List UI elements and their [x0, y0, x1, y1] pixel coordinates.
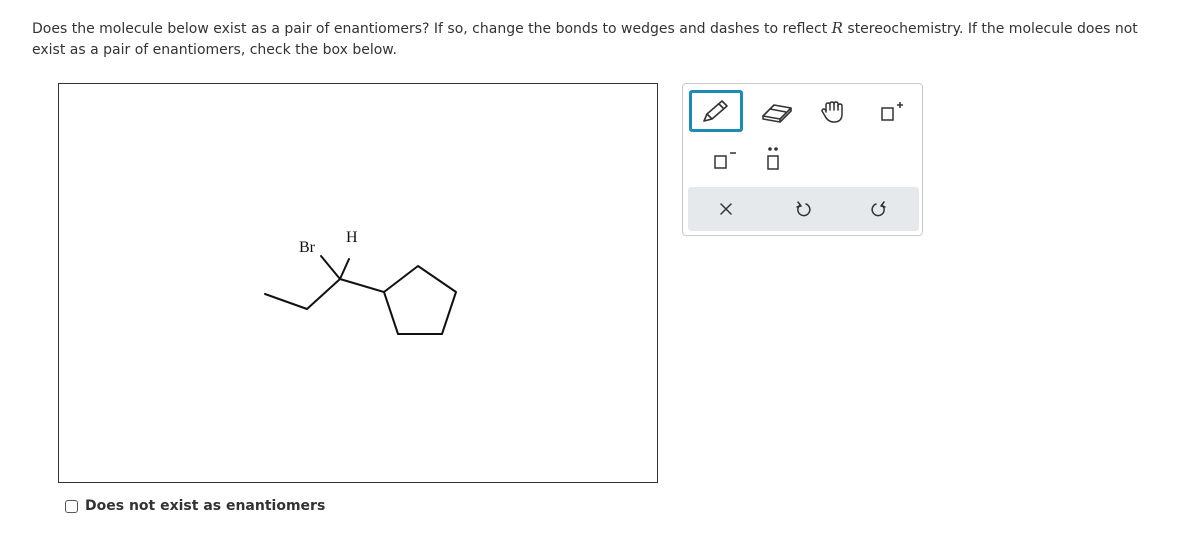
increase-charge-tool[interactable]: [865, 92, 917, 132]
redo-icon: [871, 201, 886, 217]
bond-ethyl-terminal[interactable]: [264, 293, 308, 310]
molecule-drawing[interactable]: Br H: [59, 84, 657, 482]
positive-charge-icon: [881, 102, 903, 121]
enantiomer-checkbox[interactable]: [65, 499, 78, 513]
redo-button[interactable]: [848, 187, 908, 231]
bond-carbon-bromine[interactable]: [320, 255, 341, 280]
atom-label-bromine[interactable]: Br: [299, 239, 316, 256]
drawing-toolbox: [682, 83, 923, 236]
question-text-part1: Does the molecule below exist as a pair …: [32, 21, 832, 37]
pencil-icon: [703, 100, 728, 122]
question-text: Does the molecule below exist as a pair …: [32, 18, 1162, 61]
bond-carbon-ring[interactable]: [339, 278, 385, 293]
eraser-tool[interactable]: [751, 92, 803, 132]
eraser-icon: [762, 104, 792, 123]
pencil-tool[interactable]: [689, 90, 743, 132]
stereo-descriptor: R: [831, 19, 843, 37]
bond-carbon-hydrogen[interactable]: [339, 258, 350, 280]
undo-button[interactable]: [774, 187, 834, 231]
decrease-charge-tool[interactable]: [698, 139, 750, 179]
clear-button[interactable]: [696, 187, 756, 231]
close-icon: [720, 203, 732, 215]
atom-label-hydrogen[interactable]: H: [346, 229, 358, 246]
lone-pair-icon: [767, 147, 779, 170]
move-tool[interactable]: [807, 92, 859, 132]
cyclopentane-ring[interactable]: [383, 265, 457, 335]
lone-pair-tool[interactable]: [747, 139, 799, 179]
negative-charge-icon: [714, 152, 736, 169]
bond-ethyl-ch2[interactable]: [306, 278, 341, 310]
undo-icon: [796, 201, 811, 217]
drawing-canvas[interactable]: Br H: [58, 83, 658, 483]
hand-icon: [821, 101, 843, 123]
action-bar: [688, 187, 919, 231]
enantiomer-checkbox-row[interactable]: Does not exist as enantiomers: [65, 498, 325, 514]
enantiomer-checkbox-label[interactable]: Does not exist as enantiomers: [85, 498, 325, 514]
